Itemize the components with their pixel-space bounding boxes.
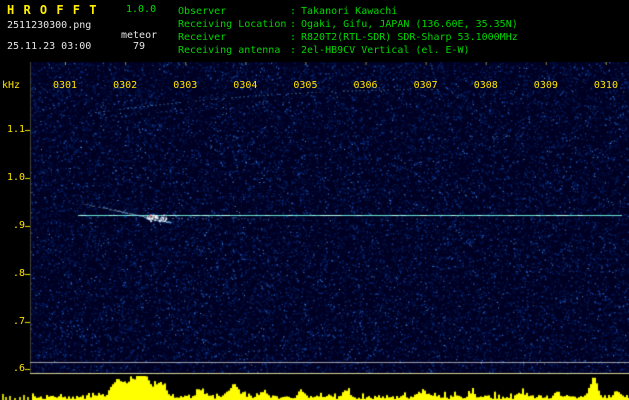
time-label-0302: 0302 [113,80,138,91]
info-row-location: Receiving Location: Ogaki, Gifu, JAPAN (1… [178,18,518,31]
info-value: R820T2(RTL-SDR) SDR-Sharp 53.1000MHz [301,32,518,43]
time-label-0307: 0307 [413,80,438,91]
app-title: H R O F F T [7,3,98,17]
y-axis-unit-label: kHz [2,80,21,91]
header: H R O F F T 1.0.0 2511230300.png meteor … [0,0,629,62]
info-row-antenna: Receiving antenna:2el-HB9CV Vertical (el… [178,44,518,57]
time-label-0310: 0310 [593,80,618,91]
freq-label-_6: .6 [12,363,25,374]
info-row-observer: Observer: Takanori Kawachi [178,5,518,18]
hrofft-window: H R O F F T 1.0.0 2511230300.png meteor … [0,0,629,400]
freq-label-_9: .9 [12,220,25,231]
time-label-0304: 0304 [233,80,258,91]
output-filename: 2511230300.png [7,20,92,31]
freq-label-1_0: 1.0 [6,172,25,183]
info-value: Takanori Kawachi [301,6,398,17]
info-label: Observer [178,6,227,17]
info-label: Receiver [178,32,227,43]
freq-label-_8: .8 [12,268,25,279]
time-label-0305: 0305 [293,80,318,91]
station-info: Observer: Takanori Kawachi Receiving Loca… [178,5,518,57]
info-row-receiver: Receiver: R820T2(RTL-SDR) SDR-Sharp 53.10… [178,31,518,44]
app-version: 1.0.0 [126,4,157,15]
freq-label-1_1: 1.1 [6,124,25,135]
time-label-0306: 0306 [353,80,378,91]
time-label-0303: 0303 [173,80,198,91]
time-label-0309: 0309 [533,80,558,91]
spectrogram-canvas [0,62,629,400]
info-separator: : [290,32,297,43]
time-label-0308: 0308 [473,80,498,91]
info-separator: : [290,45,297,56]
mode-label: meteor [121,30,158,41]
time-label-0301: 0301 [53,80,78,91]
info-value: Ogaki, Gifu, JAPAN (136.60E, 35.35N) [301,19,518,30]
info-separator: : [290,6,297,17]
freq-label-_7: .7 [12,316,25,327]
info-label: Receiving Location [178,19,287,30]
info-separator: : [290,19,297,30]
echo-count: 79 [133,41,146,52]
datetime-label: 25.11.23 03:00 [7,41,92,52]
info-label: Receiving antenna [178,45,281,56]
info-value: 2el-HB9CV Vertical (el. E-W) [301,45,470,56]
